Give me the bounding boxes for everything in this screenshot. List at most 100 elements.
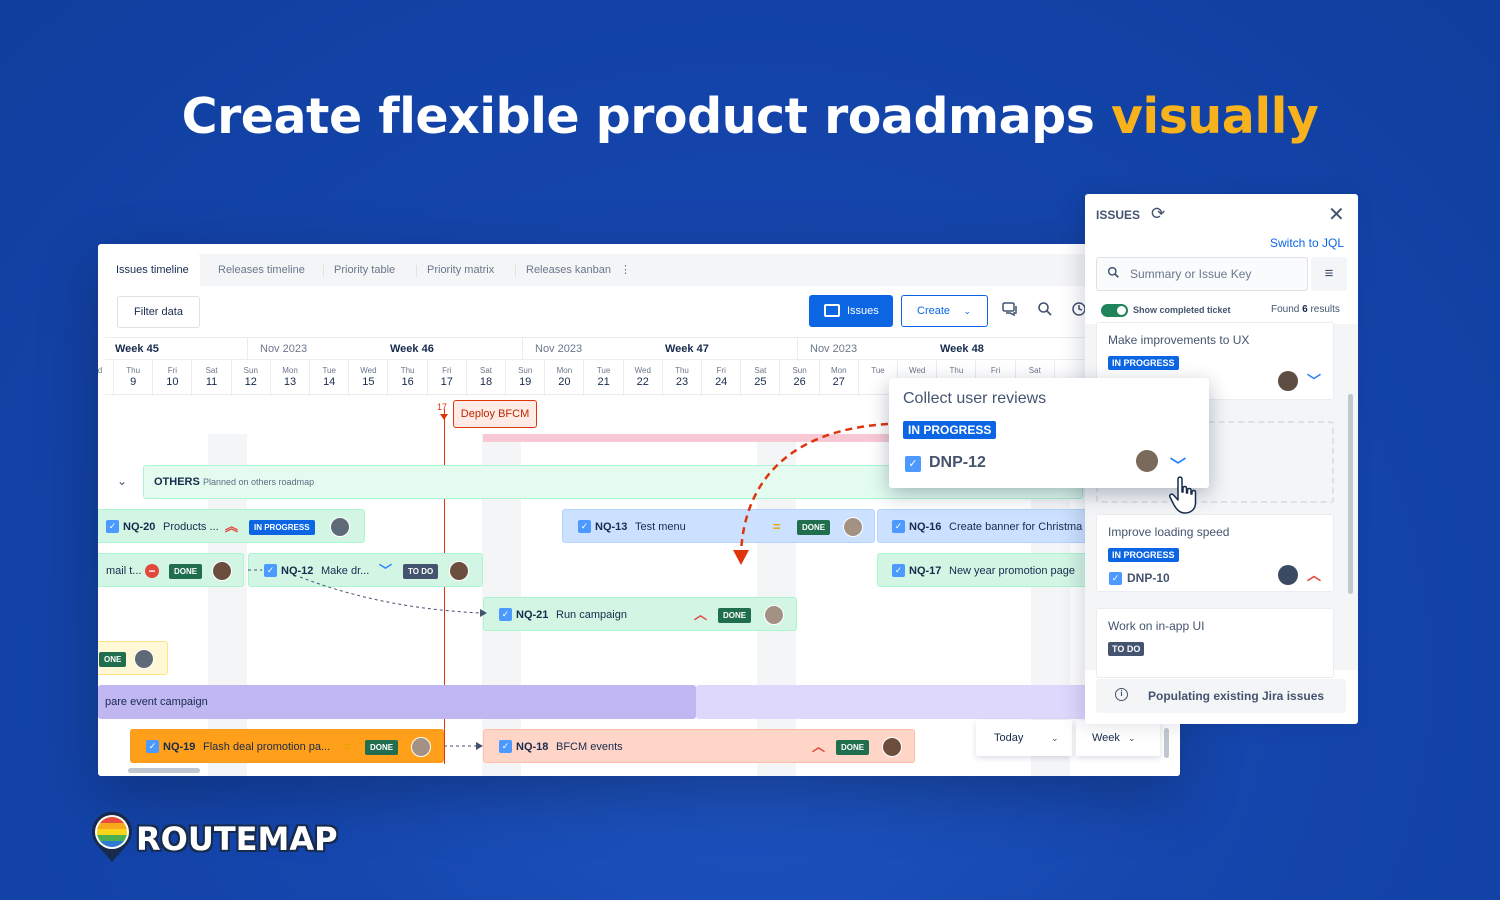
search-icon[interactable] [1037, 301, 1053, 317]
dragged-issue-card[interactable]: Collect user reviews IN PROGRESS ✓ DNP-1… [889, 378, 1209, 488]
day-cell: Fri 17 [428, 360, 467, 396]
week-label: Week 46 [390, 343, 434, 355]
chevron-down-icon: ⌄ [1051, 733, 1059, 743]
tab-issues-timeline[interactable]: Issues timeline [105, 254, 200, 286]
switch-to-jql-link[interactable]: Switch to JQL [1270, 236, 1344, 250]
checkbox-icon: ✓ [146, 740, 159, 753]
panel-title: ISSUES [1096, 208, 1141, 222]
show-completed-toggle[interactable] [1101, 304, 1128, 317]
tab-priority-table[interactable]: Priority table [323, 254, 406, 286]
close-icon[interactable]: ✕ [1328, 202, 1345, 227]
issue-card-title: Improve loading speed [1108, 525, 1230, 539]
checkbox-icon: ✓ [499, 608, 512, 621]
filter-icon[interactable]: ≡ [1311, 257, 1347, 291]
tab-priority-matrix[interactable]: Priority matrix [416, 254, 505, 286]
day-number: 15 [362, 376, 375, 388]
group-subtitle: Planned on others roadmap [203, 477, 315, 487]
issue-bar-nq-12[interactable]: ✓ NQ-12 Make dr... ﹀ TO DO [248, 553, 483, 587]
avatar [330, 517, 350, 537]
chevron-down-icon: ⌄ [963, 306, 971, 316]
group-title: OTHERS [154, 476, 200, 488]
create-button[interactable]: Create ⌄ [901, 295, 988, 327]
search-icon [1107, 266, 1119, 278]
checkbox-icon: ✓ [892, 564, 905, 577]
avatar [843, 517, 863, 537]
checkbox-icon: ✓ [905, 456, 921, 472]
day-cell: Sat 11 [193, 360, 232, 396]
month-label: Nov 2023 [260, 343, 308, 355]
day-name: Wed [634, 366, 651, 375]
day-name: Sat [205, 366, 218, 375]
refresh-icon[interactable]: ⟳ [1151, 204, 1165, 224]
results-count: Found 6 results [1271, 304, 1340, 315]
deploy-bfcm-release[interactable]: Deploy BFCM [453, 400, 537, 428]
issue-key: NQ-18 [516, 741, 549, 753]
status-badge: DONE [797, 520, 831, 535]
issue-bar-nq-20[interactable]: ✓ NQ-20 Products ... ︽ IN PROGRESS [98, 509, 365, 543]
zoom-select[interactable]: Week ⌄ [1076, 720, 1160, 756]
tab-releases-kanban[interactable]: Releases kanban [515, 254, 622, 286]
day-name: Thu [675, 366, 689, 375]
status-badge: IN PROGRESS [1108, 548, 1179, 562]
issue-card[interactable]: Work on in-app UI TO DO [1096, 608, 1334, 678]
issues-button[interactable]: Issues [809, 295, 893, 327]
day-cell: Fri 24 [702, 360, 742, 396]
comments-icon[interactable] [1002, 301, 1018, 317]
day-cell: Sat 25 [741, 360, 781, 396]
day-name: Thu [400, 366, 415, 375]
issue-bar-nq-16[interactable]: ✓ NQ-16 Create banner for Christma [877, 509, 1107, 543]
day-number: 18 [479, 376, 493, 388]
issue-bar-partial[interactable]: ONE [98, 641, 168, 675]
day-name: Sun [792, 366, 807, 375]
issue-bar-nq-17[interactable]: ✓ NQ-17 New year promotion page [877, 553, 1107, 587]
day-name: Sat [479, 366, 492, 375]
issue-card[interactable]: Improve loading speed IN PROGRESS ✓ DNP-… [1096, 514, 1334, 592]
more-tabs-icon[interactable]: ⋮ [620, 263, 631, 276]
status-badge: IN PROGRESS [1108, 356, 1179, 370]
issue-key: NQ-20 [123, 521, 156, 533]
issue-summary: New year promotion page [949, 565, 1075, 577]
day-name: Thu [949, 366, 964, 375]
status-badge: DONE [169, 564, 203, 579]
filter-data-button[interactable]: Filter data [117, 296, 200, 328]
vertical-scrollbar[interactable] [1164, 728, 1169, 758]
priority-highest-icon: ︽ [225, 519, 239, 534]
day-name: Tue [596, 366, 611, 375]
today-label: Today [994, 732, 1024, 744]
issue-bar-nq-18[interactable]: ✓ NQ-18 BFCM events ︿ DONE [483, 729, 915, 763]
day-cell: Mon 27 [820, 360, 859, 396]
day-name: Wed [909, 366, 926, 375]
horizontal-scrollbar[interactable] [128, 768, 200, 773]
issue-summary: Test menu [635, 521, 686, 533]
epic-bar-event-campaign[interactable]: pare event campaign [98, 685, 696, 719]
tab-releases-timeline[interactable]: Releases timeline [207, 254, 316, 286]
issue-bar-email[interactable]: mail t... − DONE [98, 553, 244, 587]
epic-summary: pare event campaign [105, 696, 208, 708]
priority-low-icon: ﹀ [1170, 458, 1187, 475]
day-name: Wed [98, 366, 103, 375]
checkbox-icon: ✓ [892, 520, 905, 533]
issues-button-label: Issues [847, 305, 879, 317]
issue-key: NQ-13 [595, 521, 628, 533]
issue-key: NQ-17 [909, 565, 942, 577]
week-label: Week 47 [665, 343, 709, 355]
panel-scrollbar[interactable] [1348, 394, 1353, 594]
checkbox-icon: ✓ [1109, 572, 1122, 585]
issue-bar-nq-19[interactable]: ✓ NQ-19 Flash deal promotion pa... = DON… [130, 729, 444, 763]
logo-text: ROUTEMAP [136, 820, 338, 858]
issue-card-title: Work on in-app UI [1108, 619, 1205, 633]
populate-issues-button[interactable]: Populating existing Jira issues [1096, 679, 1346, 713]
day-cell: Sun 19 [506, 360, 546, 396]
collapse-chevron-icon[interactable]: ⌄ [117, 474, 127, 488]
found-prefix: Found [1271, 304, 1303, 315]
day-cell: Tue 14 [310, 360, 350, 396]
issue-summary: BFCM events [556, 741, 623, 753]
day-name: Tue [322, 366, 336, 375]
day-cell: Tue 21 [585, 360, 624, 396]
issue-bar-nq-21[interactable]: ✓ NQ-21 Run campaign ︿ DONE [483, 597, 797, 631]
issue-bar-nq-13[interactable]: ✓ NQ-13 Test menu = DONE [562, 509, 875, 543]
issue-search-input[interactable]: Summary or Issue Key [1096, 257, 1308, 291]
day-name: Sun [518, 366, 533, 375]
day-cell: Thu 9 [114, 360, 154, 396]
today-button[interactable]: Today ⌄ [976, 720, 1072, 756]
